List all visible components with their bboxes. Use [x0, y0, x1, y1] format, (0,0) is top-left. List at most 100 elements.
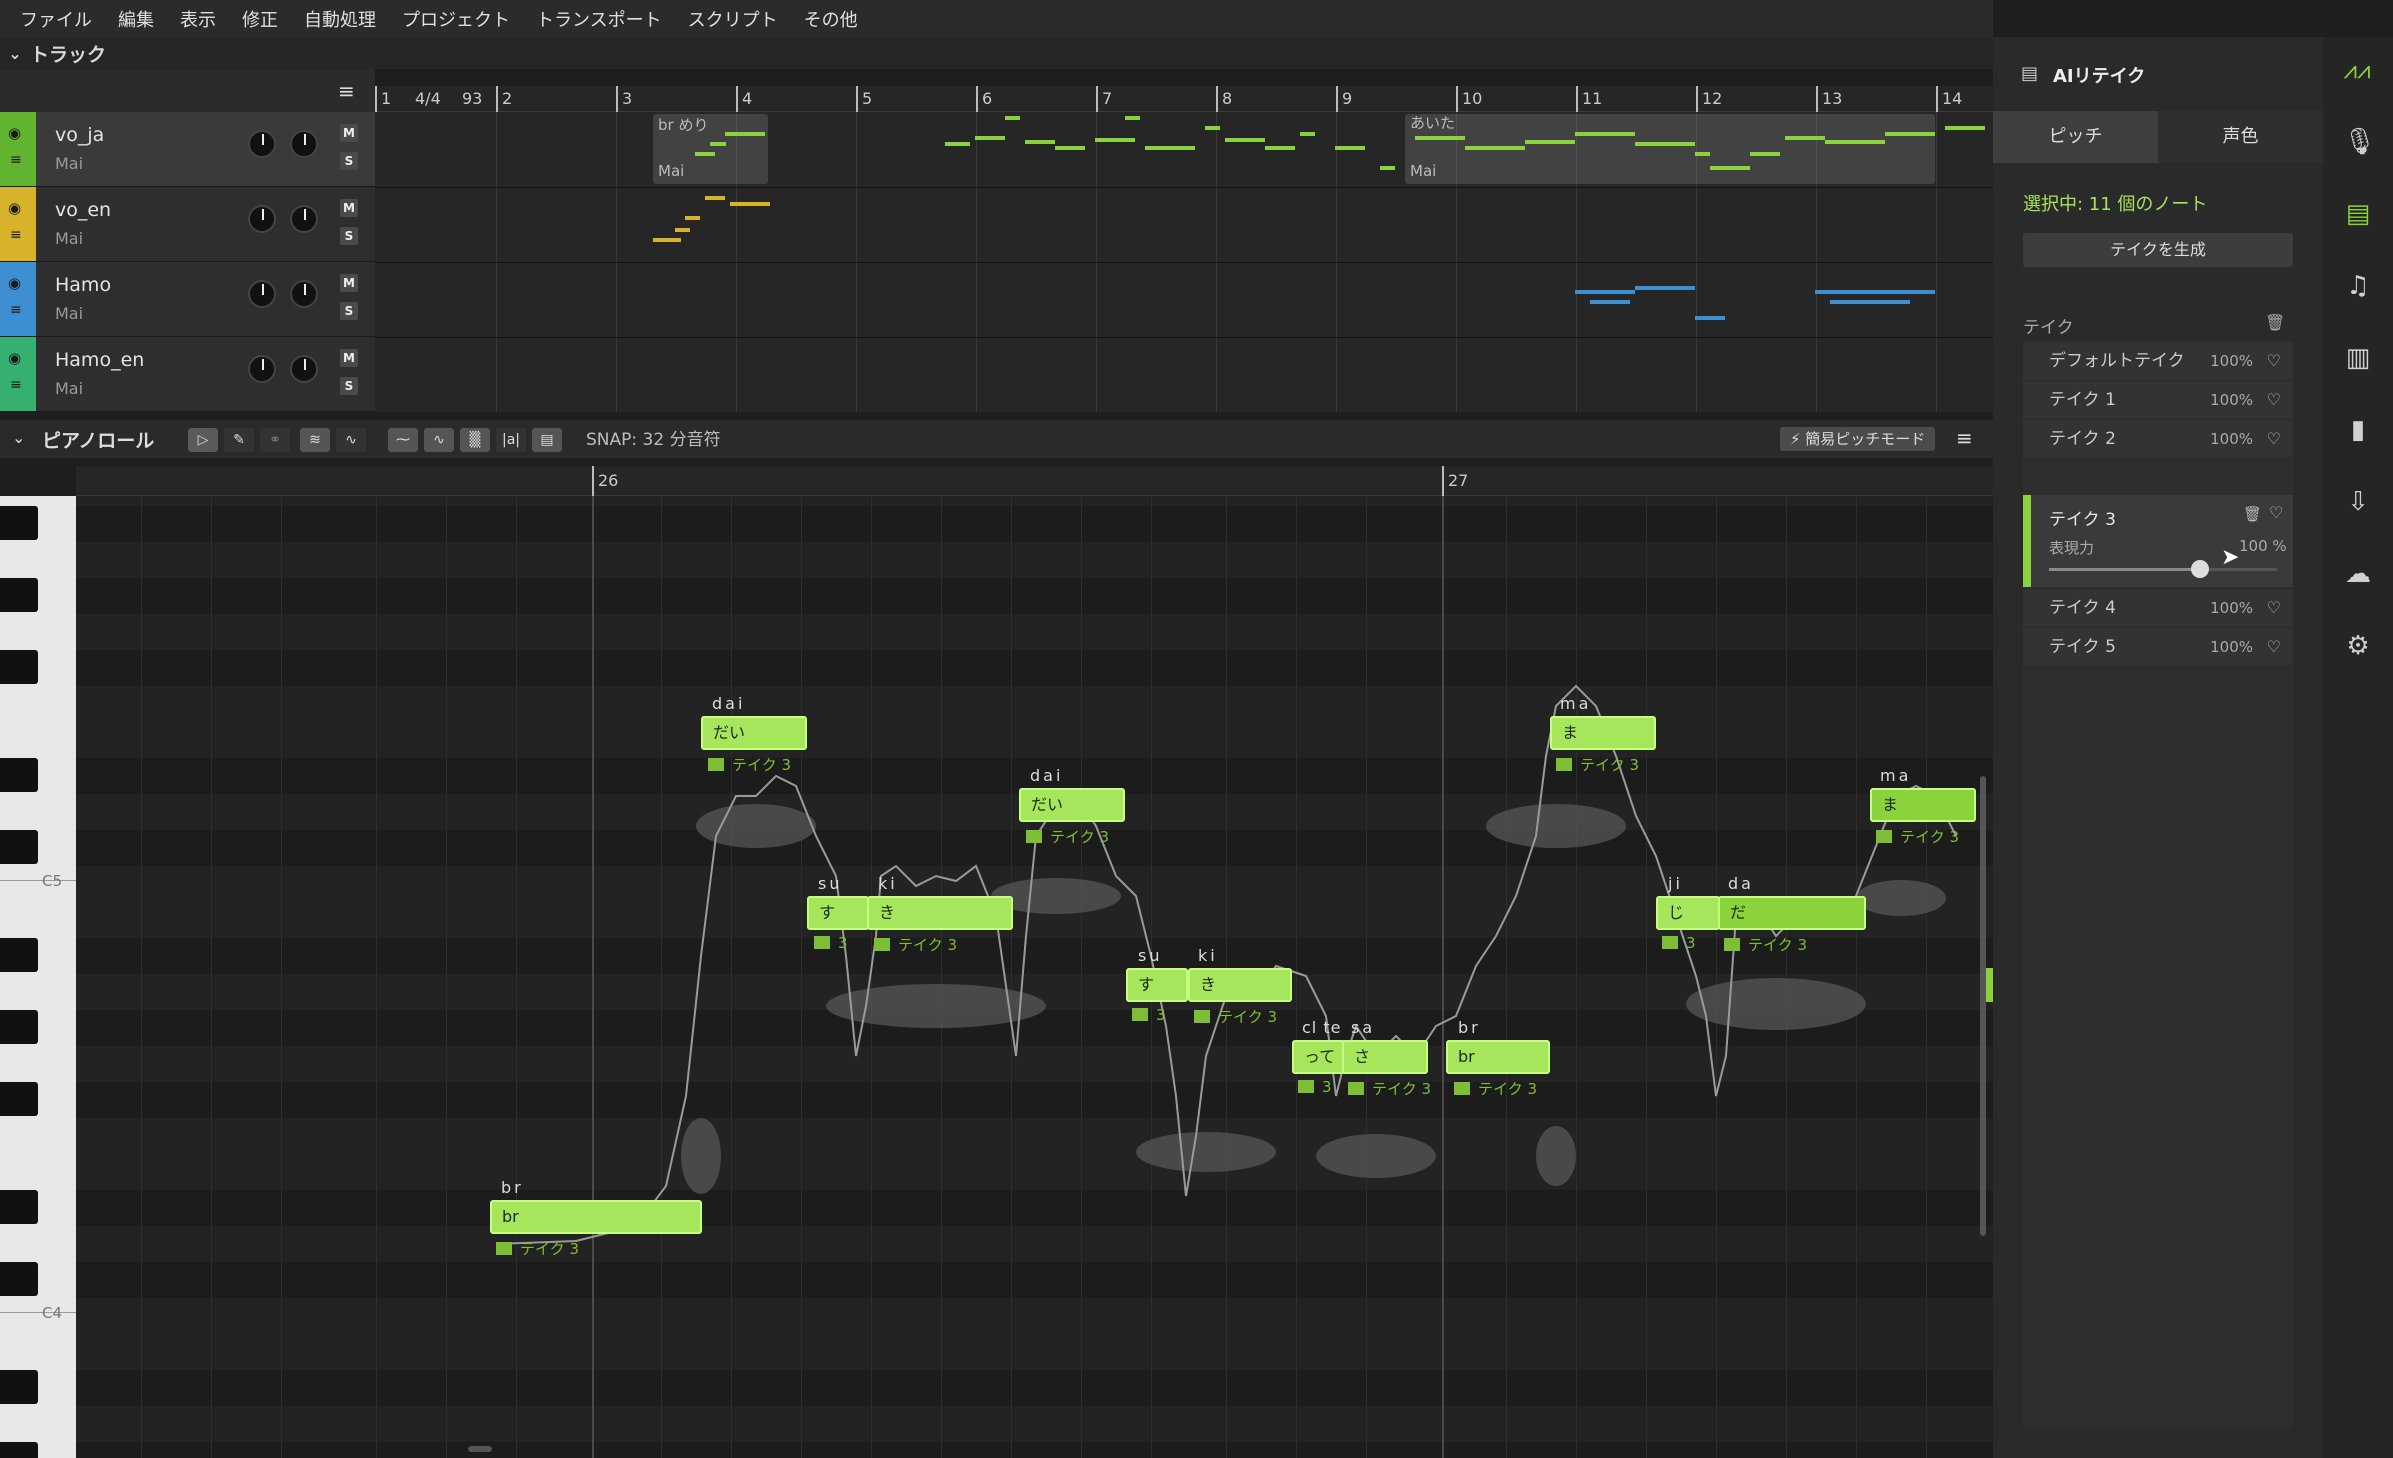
piano-keyboard[interactable]: C5 C4 — [0, 496, 76, 1458]
export-icon[interactable]: ⇩ — [2343, 487, 2373, 517]
curve-tool-icon[interactable]: ∿ — [336, 428, 366, 452]
heart-icon[interactable]: ♡ — [2267, 629, 2281, 665]
timeline-ruler[interactable]: 1 4/4 93 2 3 4 5 6 7 8 9 10 11 12 13 14 — [375, 86, 1993, 112]
menu-file[interactable]: ファイル — [12, 6, 110, 32]
black-key[interactable] — [0, 830, 38, 864]
horizontal-scrollbar[interactable] — [468, 1446, 492, 1452]
solo-button[interactable]: S — [340, 377, 358, 395]
hamburger-menu-icon[interactable]: ≡ — [338, 79, 355, 103]
menu-script[interactable]: スクリプト — [680, 6, 796, 32]
menu-view[interactable]: 表示 — [172, 6, 234, 32]
hamburger-menu-icon[interactable]: ≡ — [1956, 426, 1973, 450]
pan-knob[interactable] — [290, 130, 318, 158]
note[interactable]: br — [490, 1200, 702, 1234]
link-tool-icon[interactable]: ⚭ — [260, 428, 290, 452]
mute-button[interactable]: M — [340, 349, 358, 367]
expressiveness-slider-thumb[interactable] — [2191, 560, 2209, 578]
tab-pitch[interactable]: ピッチ — [1993, 111, 2158, 163]
microphone-icon[interactable]: 🎙 — [2343, 127, 2376, 157]
track-row-vo-ja[interactable]: ◉ ≡ vo_ja Mai M S — [0, 112, 375, 187]
track-name[interactable]: vo_ja — [55, 124, 104, 146]
track-row-hamo-en[interactable]: ◉ ≡ Hamo_en Mai M S — [0, 337, 375, 412]
solo-button[interactable]: S — [340, 302, 358, 320]
pencil-tool-icon[interactable]: ✎ — [224, 428, 254, 452]
pitch-line-icon[interactable]: ⁓ — [388, 428, 418, 452]
black-key[interactable] — [0, 1262, 38, 1296]
black-key[interactable] — [0, 938, 38, 972]
gear-icon[interactable]: ⚙ — [2343, 631, 2373, 661]
snap-value[interactable]: 32 分音符 — [643, 430, 721, 450]
trash-icon[interactable]: 🗑 — [2243, 505, 2262, 523]
vertical-scrollbar[interactable] — [1980, 776, 1986, 1236]
mute-button[interactable]: M — [340, 124, 358, 142]
black-key[interactable] — [0, 1010, 38, 1044]
quantize-tool-icon[interactable]: ≋ — [300, 428, 330, 452]
library-icon[interactable]: ▥ — [2343, 343, 2373, 373]
heart-icon[interactable]: ♡ — [2267, 590, 2281, 626]
black-key[interactable] — [0, 1370, 38, 1404]
pitch-curve-icon[interactable]: ∿ — [424, 428, 454, 452]
menu-modify[interactable]: 修正 — [234, 6, 296, 32]
track-name[interactable]: vo_en — [55, 199, 111, 221]
pan-knob[interactable] — [290, 280, 318, 308]
note[interactable]: じ — [1656, 896, 1720, 930]
select-tool-icon[interactable]: ▷ — [188, 428, 218, 452]
drag-handle-icon[interactable]: ≡ — [10, 302, 22, 318]
note[interactable]: br — [1446, 1040, 1550, 1074]
take-item[interactable]: テイク 5 100% ♡ — [2023, 629, 2293, 665]
volume-knob[interactable] — [248, 280, 276, 308]
lyrics-toggle[interactable]: |a| — [496, 428, 526, 452]
volume-knob[interactable] — [248, 205, 276, 233]
menu-transport[interactable]: トランスポート — [528, 6, 680, 32]
book-icon[interactable]: ▮ — [2343, 415, 2373, 445]
menu-other[interactable]: その他 — [796, 6, 876, 32]
black-key[interactable] — [0, 506, 38, 540]
heart-icon[interactable]: ♡ — [2269, 503, 2283, 522]
take-item-active[interactable]: テイク 3 🗑 ♡ 表現力 100 % — [2023, 495, 2293, 587]
pianoroll-grid[interactable]: br br テイク 3 dai だい テイク 3 su す 3 ki き テイク… — [76, 496, 1993, 1458]
take-item[interactable]: デフォルトテイク 100% ♡ — [2023, 343, 2293, 379]
track-row-vo-en[interactable]: ◉ ≡ vo_en Mai M S — [0, 187, 375, 262]
generate-take-button[interactable]: テイクを生成 — [2023, 233, 2293, 267]
take-item[interactable]: テイク 4 100% ♡ — [2023, 590, 2293, 626]
easy-pitch-mode-button[interactable]: ⚡ 簡易ピッチモード — [1780, 427, 1936, 451]
note[interactable]: だい — [701, 716, 807, 750]
track-row-hamo[interactable]: ◉ ≡ Hamo Mai M S — [0, 262, 375, 337]
take-item[interactable]: テイク 1 100% ♡ — [2023, 382, 2293, 418]
tab-timbre[interactable]: 声色 — [2158, 111, 2323, 163]
take-clapper-icon[interactable]: ▤ — [532, 428, 562, 452]
note[interactable]: って — [1292, 1040, 1346, 1074]
menu-automation[interactable]: 自動処理 — [296, 6, 394, 32]
note[interactable]: き — [867, 896, 1013, 930]
black-key[interactable] — [0, 1442, 38, 1458]
track-name[interactable]: Hamo — [55, 274, 111, 296]
note[interactable]: き — [1188, 968, 1292, 1002]
note[interactable]: す — [1126, 968, 1188, 1002]
drag-handle-icon[interactable]: ≡ — [10, 152, 22, 168]
black-key[interactable] — [0, 1190, 38, 1224]
menu-edit[interactable]: 編集 — [110, 6, 172, 32]
drag-handle-icon[interactable]: ≡ — [10, 227, 22, 243]
pan-knob[interactable] — [290, 205, 318, 233]
volume-knob[interactable] — [248, 130, 276, 158]
note[interactable]: す — [807, 896, 869, 930]
black-key[interactable] — [0, 758, 38, 792]
pianoroll-ruler[interactable]: 26 27 — [76, 466, 1993, 496]
black-key[interactable] — [0, 650, 38, 684]
drag-handle-icon[interactable]: ≡ — [10, 377, 22, 393]
arrangement-area[interactable]: br めり Mai あいた Mai — [375, 112, 1993, 412]
note[interactable]: さ — [1342, 1040, 1428, 1074]
note[interactable]: だい — [1019, 788, 1125, 822]
heart-icon[interactable]: ♡ — [2267, 343, 2281, 379]
note[interactable]: だ — [1718, 896, 1866, 930]
take-item[interactable]: テイク 2 100% ♡ — [2023, 421, 2293, 457]
mute-button[interactable]: M — [340, 274, 358, 292]
solo-button[interactable]: S — [340, 152, 358, 170]
chevron-down-icon[interactable]: ⌄ — [0, 44, 30, 63]
mute-button[interactable]: M — [340, 199, 358, 217]
solo-button[interactable]: S — [340, 227, 358, 245]
black-key[interactable] — [0, 578, 38, 612]
chevron-down-icon[interactable]: ⌄ — [12, 428, 25, 447]
note[interactable]: ま — [1870, 788, 1976, 822]
pan-knob[interactable] — [290, 355, 318, 383]
